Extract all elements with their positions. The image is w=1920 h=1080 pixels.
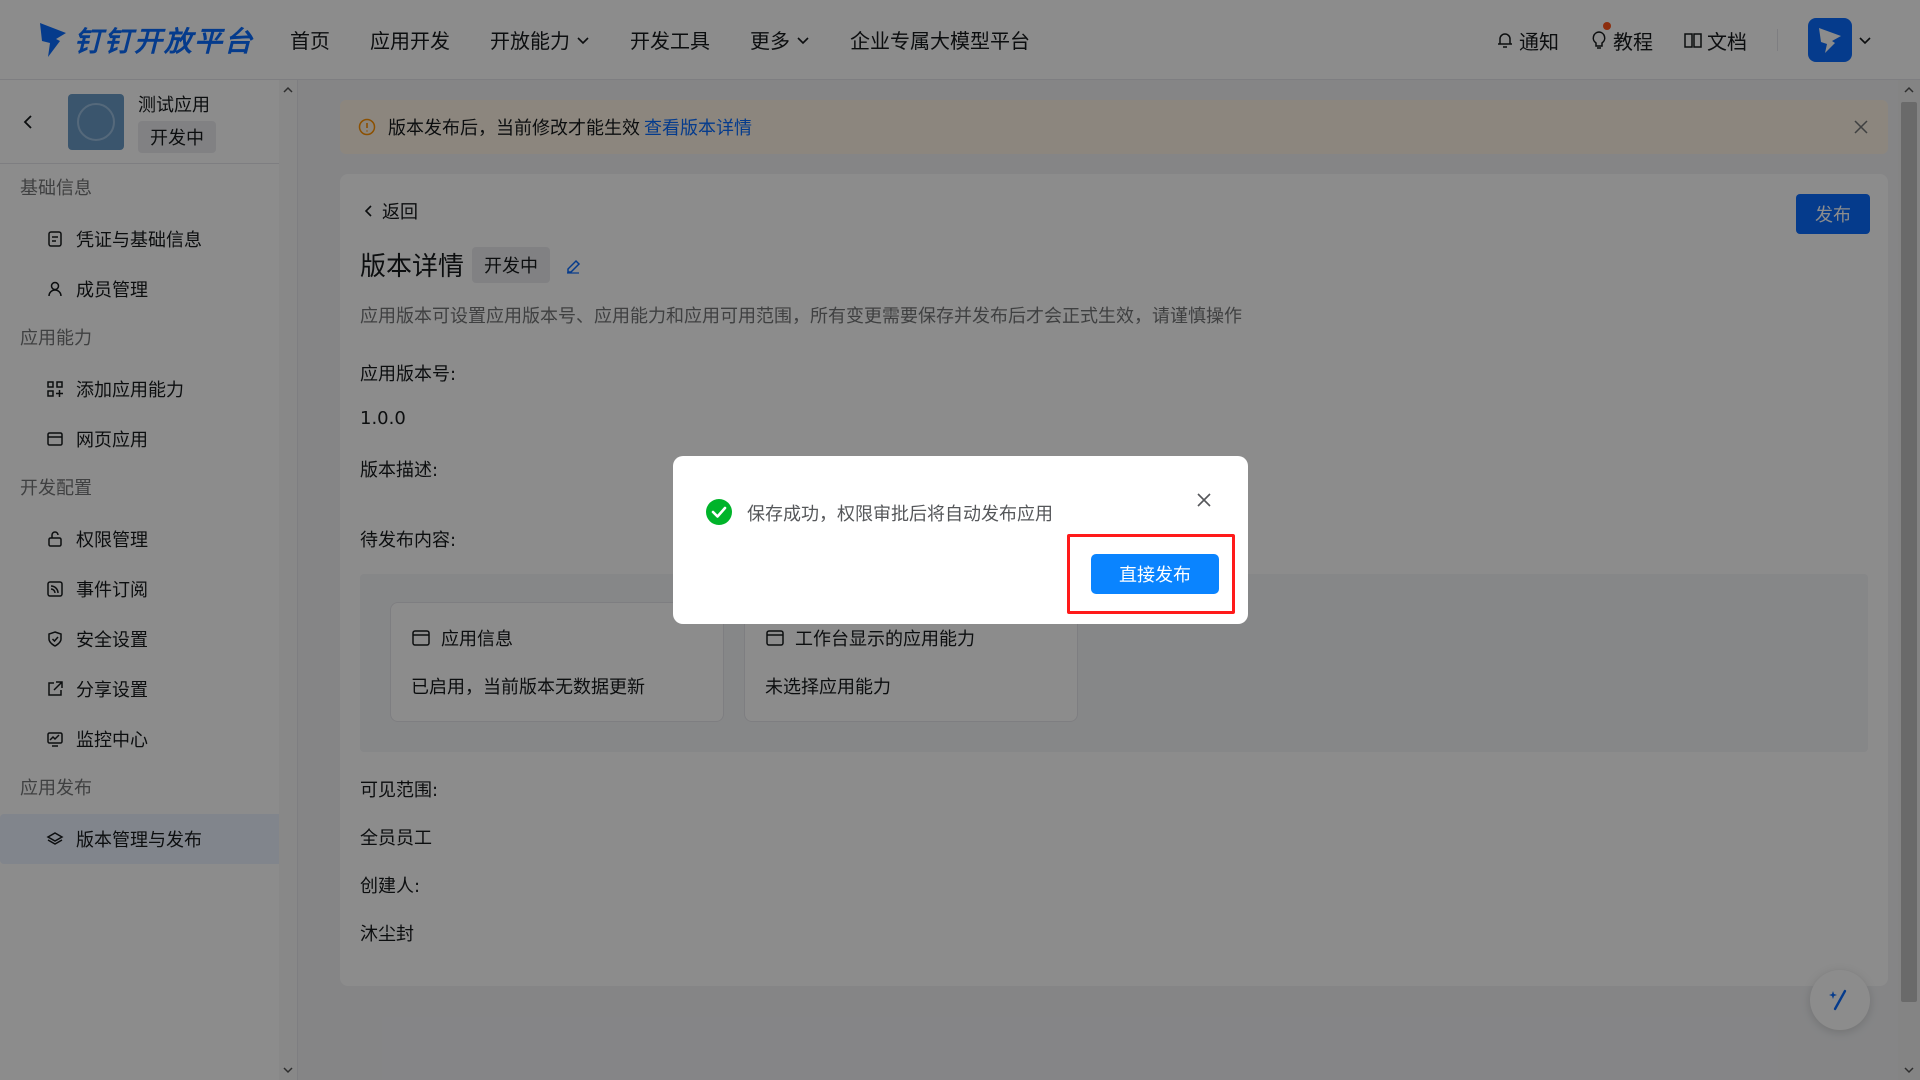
dialog-message: 保存成功，权限审批后将自动发布应用 [747, 504, 1053, 525]
success-check-icon [706, 499, 732, 525]
save-success-dialog: 保存成功，权限审批后将自动发布应用 直接发布 [673, 456, 1248, 624]
publish-directly-button[interactable]: 直接发布 [1091, 554, 1219, 594]
close-icon[interactable] [1194, 490, 1214, 510]
